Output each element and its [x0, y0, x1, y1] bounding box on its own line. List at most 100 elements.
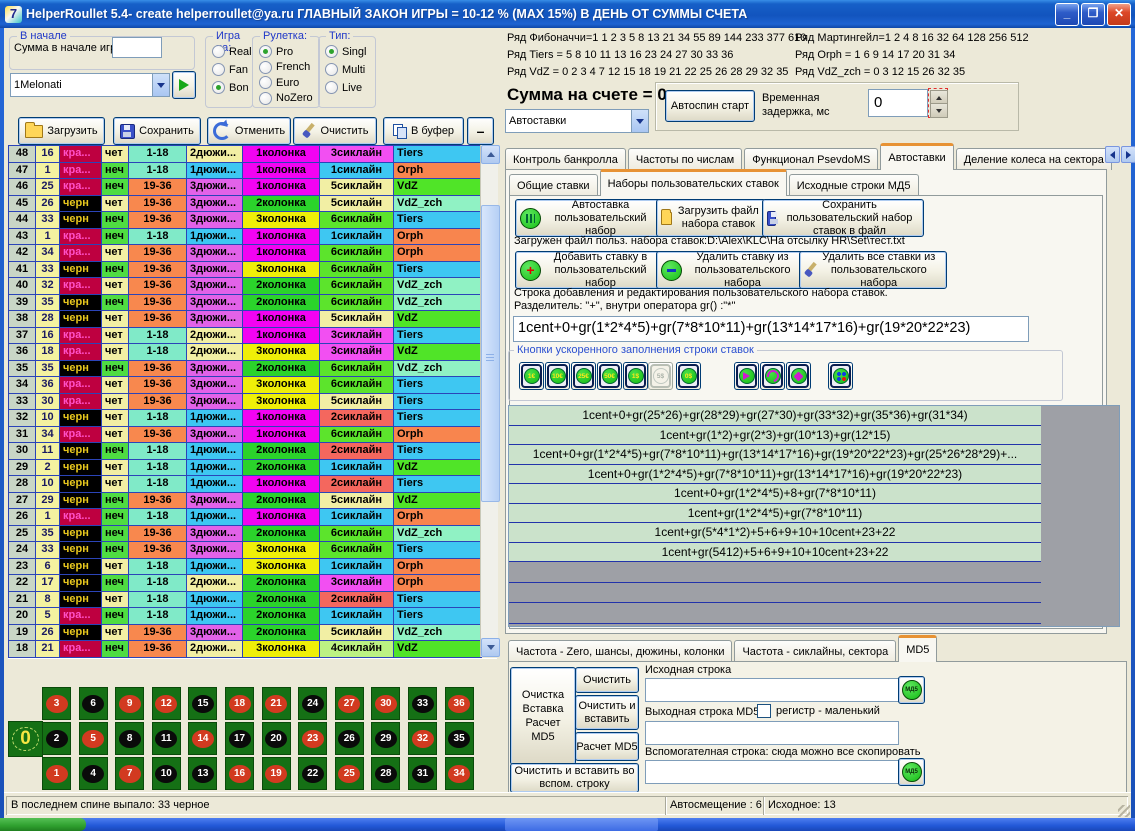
md5-calc-button[interactable]: Расчет MD5: [575, 732, 639, 761]
formula-list-item[interactable]: 1cent+0+gr(1*2*4*5)+8+gr(7*8*10*11): [509, 484, 1041, 504]
history-scrollbar[interactable]: [480, 145, 498, 657]
tab-Исходные строки МД5[interactable]: Исходные строки МД5: [789, 174, 919, 196]
start-sum-input[interactable]: [112, 37, 162, 58]
table-row[interactable]: 3935черннеч19-363дюжи...2колонка6сиклайн…: [9, 295, 481, 312]
md5-aux-input[interactable]: [645, 760, 899, 784]
formula-list-item[interactable]: 1cent+gr(5*4*1*2)+5+6+9+10+10cent+23+22: [509, 523, 1041, 543]
table-row[interactable]: 4433черннеч19-363дюжи...3колонка6сиклайн…: [9, 212, 481, 229]
formula-list-item[interactable]: 1cent+0+gr(1*2*4*5)+gr(7*8*10*11)+gr(13*…: [509, 445, 1041, 465]
scroll-down-icon[interactable]: [481, 638, 500, 657]
table-row[interactable]: 292чернчет1-181дюжи...2колонка1сиклайнVd…: [9, 460, 481, 477]
radio-option-Euro[interactable]: Euro: [259, 74, 299, 91]
start-button[interactable]: [0, 818, 86, 831]
roulette-cell-33[interactable]: 33: [408, 687, 437, 720]
delete-all-bets-button[interactable]: Удалить все ставки из пользовательского …: [799, 251, 947, 289]
roulette-cell-32[interactable]: 32: [408, 722, 437, 755]
roulette-cell-12[interactable]: 12: [152, 687, 181, 720]
close-button[interactable]: ✕: [1107, 3, 1131, 26]
md5-source-input[interactable]: [645, 678, 899, 702]
roulette-cell-24[interactable]: 24: [298, 687, 327, 720]
roulette-cell-23[interactable]: 23: [298, 722, 327, 755]
table-row[interactable]: 471кра...неч1-181дюжи...1колонка1сиклайн…: [9, 163, 481, 180]
roulette-cell-3[interactable]: 3: [42, 687, 71, 720]
roulette-cell-9[interactable]: 9: [115, 687, 144, 720]
quick-bet-button-1€[interactable]: 1€: [519, 362, 544, 390]
taskbar-button[interactable]: [505, 818, 658, 831]
table-row[interactable]: 4816кра...чет1-182дюжи...1колонка3сиклай…: [9, 146, 481, 163]
collapse-button[interactable]: –: [467, 117, 494, 145]
table-row[interactable]: 4133черннеч19-363дюжи...3колонка6сиклайн…: [9, 262, 481, 279]
table-row[interactable]: 4032кра...чет19-363дюжи...2колонка6сикла…: [9, 278, 481, 295]
radio-option-NoZero[interactable]: NoZero: [259, 90, 313, 107]
radio-option-Singl[interactable]: Singl: [325, 43, 366, 60]
formula-list-item[interactable]: 1cent+gr(1*2*4*5)+gr(7*8*10*11): [509, 504, 1041, 524]
formula-list-item[interactable]: 1cent+0+gr(25*26)+gr(28*29)+gr(27*30)+gr…: [509, 406, 1041, 426]
delay-spinner-value[interactable]: 0: [868, 89, 928, 117]
load-bet-file-button[interactable]: Загрузить файл набора ставок: [656, 199, 766, 237]
roulette-cell-34[interactable]: 34: [445, 757, 474, 790]
table-row[interactable]: 2535черннеч19-363дюжи...2колонка6сиклайн…: [9, 526, 481, 543]
tab-scroll-right-icon[interactable]: [1121, 146, 1135, 163]
tab-Общие ставки[interactable]: Общие ставки: [509, 174, 598, 196]
radio-option-Bon[interactable]: Bon: [212, 79, 249, 96]
table-row[interactable]: 4526чернчет19-363дюжи...2колонка5сиклайн…: [9, 196, 481, 213]
table-row[interactable]: 3436кра...чет19-363дюжи...3колонка6сикла…: [9, 377, 481, 394]
table-row[interactable]: 2729черннеч19-363дюжи...2колонка5сиклайн…: [9, 493, 481, 510]
toolbar-copy-button[interactable]: В буфер: [383, 117, 464, 145]
chevron-down-icon[interactable]: [631, 110, 648, 132]
tab-Деление колеса на сектора[interactable]: Деление колеса на сектора: [956, 148, 1112, 170]
roulette-cell-36[interactable]: 36: [445, 687, 474, 720]
roulette-cell-14[interactable]: 14: [188, 722, 217, 755]
radio-option-Real[interactable]: Real: [212, 43, 252, 60]
roulette-cell-10[interactable]: 10: [152, 757, 181, 790]
radio-option-Fan[interactable]: Fan: [212, 61, 248, 78]
tab-Частоты по числам[interactable]: Частоты по числам: [628, 148, 742, 170]
table-row[interactable]: 3535черннеч19-363дюжи...2колонка6сиклайн…: [9, 361, 481, 378]
md5-clear-button[interactable]: Очистить: [575, 667, 639, 693]
table-row[interactable]: 3134кра...чет19-363дюжи...1колонка6сикла…: [9, 427, 481, 444]
roulette-cell-26[interactable]: 26: [335, 722, 364, 755]
run-strategy-button[interactable]: [172, 71, 196, 99]
tab-scroll-left-icon[interactable]: [1105, 146, 1120, 163]
minimize-button[interactable]: _: [1055, 3, 1079, 26]
quick-refresh-button[interactable]: [760, 362, 785, 390]
table-row[interactable]: 218чернчет1-181дюжи...2колонка2сиклайнTi…: [9, 592, 481, 609]
save-bet-file-button[interactable]: Сохранить пользовательский набор ставок …: [762, 199, 924, 237]
md5-run-button[interactable]: МД5: [898, 676, 925, 704]
table-row[interactable]: 1926чернчет19-363дюжи...2колонка5сиклайн…: [9, 625, 481, 642]
roulette-cell-20[interactable]: 20: [262, 722, 291, 755]
scrollbar-thumb[interactable]: [481, 205, 500, 502]
tab-Наборы пользовательских ставок[interactable]: Наборы пользовательских ставок: [600, 169, 787, 196]
roulette-cell-29[interactable]: 29: [371, 722, 400, 755]
roulette-cell-21[interactable]: 21: [262, 687, 291, 720]
quick-bet-button-10€[interactable]: 10€: [545, 362, 570, 390]
roulette-zero-cell[interactable]: 0: [8, 721, 43, 757]
chevron-down-icon[interactable]: [152, 74, 169, 96]
radio-option-Live[interactable]: Live: [325, 79, 362, 96]
roulette-cell-19[interactable]: 19: [262, 757, 291, 790]
roulette-cell-35[interactable]: 35: [445, 722, 474, 755]
roulette-cell-28[interactable]: 28: [371, 757, 400, 790]
toolbar-floppy-button[interactable]: Сохранить: [113, 117, 201, 145]
quick-bet-button-25€[interactable]: 25€: [571, 362, 596, 390]
quick-bet-button-50€[interactable]: 50€: [597, 362, 622, 390]
table-row[interactable]: 1821кра...неч19-362дюжи...3колонка4сикла…: [9, 641, 481, 658]
autospin-start-button[interactable]: Автоспин старт: [665, 90, 755, 122]
table-row[interactable]: 3828чернчет19-363дюжи...1колонка5сиклайн…: [9, 311, 481, 328]
tab-Частота - Zero, шансы, дюжины, колонки[interactable]: Частота - Zero, шансы, дюжины, колонки: [508, 640, 732, 662]
bet-string-input[interactable]: 1cent+0+gr(1*2*4*5)+gr(7*8*10*11)+gr(13*…: [513, 316, 1029, 342]
roulette-cell-16[interactable]: 16: [225, 757, 254, 790]
table-row[interactable]: 205кра...неч1-181дюжи...2колонка1сиклайн…: [9, 608, 481, 625]
roulette-cell-8[interactable]: 8: [115, 722, 144, 755]
scroll-up-icon[interactable]: [481, 145, 500, 164]
roulette-cell-1[interactable]: 1: [42, 757, 71, 790]
toolbar-folder-button[interactable]: Загрузить: [18, 117, 105, 145]
radio-option-French[interactable]: French: [259, 59, 310, 76]
radio-option-Multi[interactable]: Multi: [325, 61, 365, 78]
table-row[interactable]: 4625кра...неч19-363дюжи...1колонка5сикла…: [9, 179, 481, 196]
formula-list-item[interactable]: 1cent+gr(1*2)+gr(2*3)+gr(10*13)+gr(12*15…: [509, 426, 1041, 446]
table-row[interactable]: 3210чернчет1-181дюжи...1колонка2сиклайнT…: [9, 410, 481, 427]
quick-dots-button[interactable]: [828, 362, 853, 390]
tab-Частота - сиклайны, сектора[interactable]: Частота - сиклайны, сектора: [734, 640, 896, 662]
table-row[interactable]: 3716кра...чет1-182дюжи...1колонка3сиклай…: [9, 328, 481, 345]
